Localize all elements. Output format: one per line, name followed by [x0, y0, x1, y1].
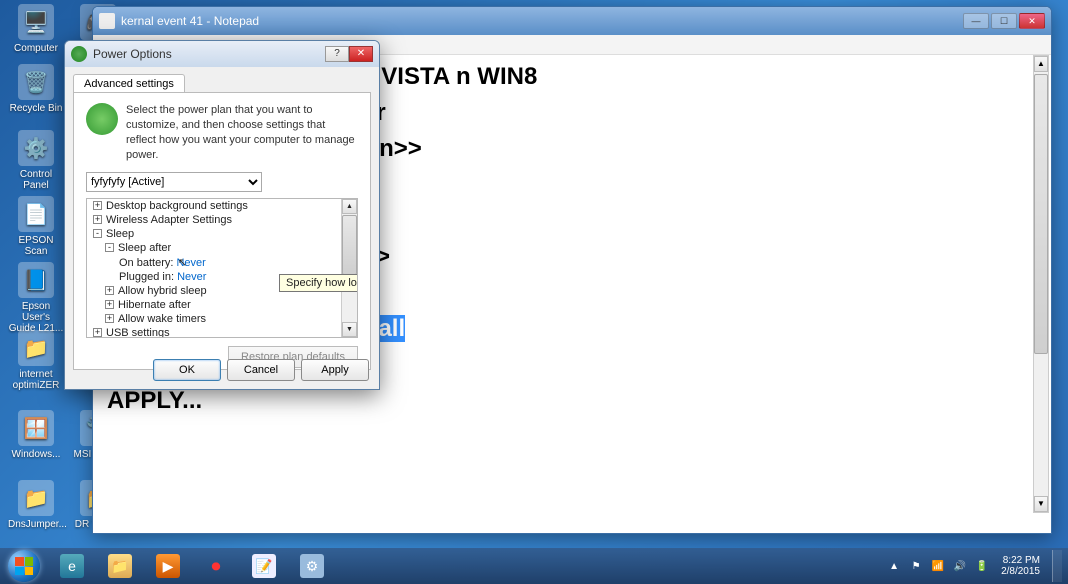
- taskbar: e 📁 ▶ ⏺ 📝 ⚙ ▲ ⚑ 📶 🔊 🔋 8:22 PM 2/8/2015: [0, 548, 1068, 584]
- taskbar-ie[interactable]: e: [49, 551, 95, 581]
- dialog-description: Select the power plan that you want to c…: [126, 103, 358, 162]
- scroll-up-icon[interactable]: ▲: [1034, 56, 1048, 72]
- desktop-icon-dnsjumper[interactable]: 📁DnsJumper...: [6, 480, 66, 531]
- expand-icon[interactable]: -: [105, 243, 114, 252]
- network-icon[interactable]: 📶: [931, 559, 945, 573]
- notepad-scrollbar[interactable]: ▲ ▼: [1033, 55, 1049, 513]
- setting-value[interactable]: Never: [177, 271, 206, 283]
- expand-icon[interactable]: +: [105, 286, 114, 295]
- desktop-icon-internet-optimizer[interactable]: 📁internet optimiZER: [6, 330, 66, 392]
- tree-item[interactable]: +Wireless Adapter Settings: [87, 213, 357, 227]
- notepad-title-text: kernal event 41 - Notepad: [121, 14, 259, 28]
- clock[interactable]: 8:22 PM 2/8/2015: [997, 555, 1044, 578]
- maximize-button[interactable]: ☐: [991, 13, 1017, 29]
- tree-scroll-down-icon[interactable]: ▼: [342, 322, 357, 337]
- help-button[interactable]: ?: [325, 46, 349, 62]
- tree-scrollbar[interactable]: ▲ ▼: [341, 199, 357, 337]
- cursor-icon: ↖: [178, 257, 187, 269]
- tree-item[interactable]: -Sleep after: [87, 241, 357, 255]
- tree-item[interactable]: +USB settings: [87, 326, 357, 338]
- expand-icon[interactable]: +: [93, 328, 102, 337]
- dialog-close-button[interactable]: ✕: [349, 46, 373, 62]
- volume-icon[interactable]: 🔊: [953, 559, 967, 573]
- cancel-button[interactable]: Cancel: [227, 359, 295, 381]
- expand-icon[interactable]: +: [93, 215, 102, 224]
- desktop-icon-epson-scan[interactable]: 📄EPSON Scan: [6, 196, 66, 258]
- tree-item[interactable]: +Desktop background settings: [87, 199, 357, 213]
- power-icon: [71, 46, 87, 62]
- expand-icon[interactable]: -: [93, 229, 102, 238]
- desktop-icon-control-panel[interactable]: ⚙️Control Panel: [6, 130, 66, 192]
- notepad-icon: [99, 13, 115, 29]
- power-plan-icon: [86, 103, 118, 135]
- desktop-icon-recycle-bin[interactable]: 🗑️Recycle Bin: [6, 64, 66, 115]
- ok-button[interactable]: OK: [153, 359, 221, 381]
- desktop-icon-epson-guide[interactable]: 📘Epson User's Guide L21...: [6, 262, 66, 335]
- tab-advanced-settings[interactable]: Advanced settings: [73, 74, 185, 93]
- system-tray: ▲ ⚑ 📶 🔊 🔋 8:22 PM 2/8/2015: [887, 550, 1062, 582]
- apply-button[interactable]: Apply: [301, 359, 369, 381]
- power-plan-select[interactable]: fyfyfyfy [Active]: [86, 172, 262, 192]
- expand-icon[interactable]: +: [105, 300, 114, 309]
- desktop-icon-windows[interactable]: 🪟Windows...: [6, 410, 66, 461]
- power-options-dialog: Power Options ? ✕ Advanced settings Sele…: [64, 40, 380, 390]
- tree-item[interactable]: +Hibernate after: [87, 298, 357, 312]
- taskbar-control-panel[interactable]: ⚙: [289, 551, 335, 581]
- tooltip: Specify how long your computer is inacti…: [279, 274, 358, 292]
- desktop-icon-computer[interactable]: 🖥️Computer: [6, 4, 66, 55]
- show-desktop-button[interactable]: [1052, 550, 1062, 582]
- taskbar-notepad[interactable]: 📝: [241, 551, 287, 581]
- tree-scroll-thumb[interactable]: [342, 215, 357, 275]
- start-button[interactable]: [0, 548, 48, 584]
- tree-item[interactable]: +Allow wake timers: [87, 312, 357, 326]
- close-button[interactable]: ✕: [1019, 13, 1045, 29]
- tree-item[interactable]: On battery: Never↖: [87, 255, 357, 270]
- taskbar-record[interactable]: ⏺: [193, 551, 239, 581]
- flag-icon[interactable]: ⚑: [909, 559, 923, 573]
- tree-scroll-up-icon[interactable]: ▲: [342, 199, 357, 214]
- settings-tree[interactable]: +Desktop background settings+Wireless Ad…: [86, 198, 358, 338]
- dialog-title-text: Power Options: [93, 47, 172, 61]
- battery-icon[interactable]: 🔋: [975, 559, 989, 573]
- expand-icon[interactable]: +: [93, 201, 102, 210]
- scroll-down-icon[interactable]: ▼: [1034, 496, 1048, 512]
- tree-item[interactable]: -Sleep: [87, 227, 357, 241]
- expand-icon[interactable]: +: [105, 314, 114, 323]
- dialog-titlebar[interactable]: Power Options ? ✕: [65, 41, 379, 67]
- scroll-thumb[interactable]: [1034, 74, 1048, 354]
- taskbar-explorer[interactable]: 📁: [97, 551, 143, 581]
- minimize-button[interactable]: —: [963, 13, 989, 29]
- tray-up-icon[interactable]: ▲: [887, 559, 901, 573]
- taskbar-wmp[interactable]: ▶: [145, 551, 191, 581]
- dialog-panel: Select the power plan that you want to c…: [73, 92, 371, 370]
- notepad-titlebar[interactable]: kernal event 41 - Notepad — ☐ ✕: [93, 7, 1051, 35]
